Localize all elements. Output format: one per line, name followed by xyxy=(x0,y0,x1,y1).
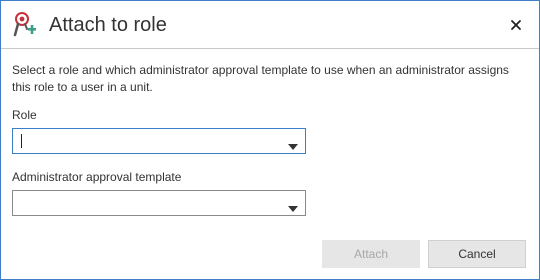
title-divider xyxy=(1,48,539,49)
cancel-button[interactable]: Cancel xyxy=(428,240,526,268)
chevron-down-icon[interactable] xyxy=(287,200,299,218)
text-caret xyxy=(21,134,22,148)
role-combobox[interactable] xyxy=(12,128,306,154)
close-button[interactable] xyxy=(503,13,529,37)
dialog-description: Select a role and which administrator ap… xyxy=(12,63,509,94)
approval-template-combobox[interactable] xyxy=(12,190,306,216)
attach-to-role-dialog: Attach to role Select a role and which a… xyxy=(0,0,540,280)
role-attach-icon xyxy=(12,11,38,39)
dialog-titlebar: Attach to role xyxy=(1,1,539,48)
attach-button[interactable]: Attach xyxy=(322,240,420,268)
approval-template-label: Administrator approval template xyxy=(12,170,182,184)
close-icon[interactable] xyxy=(510,19,522,31)
chevron-down-icon[interactable] xyxy=(287,138,299,156)
dialog-title: Attach to role xyxy=(49,14,167,36)
role-label: Role xyxy=(12,108,37,122)
